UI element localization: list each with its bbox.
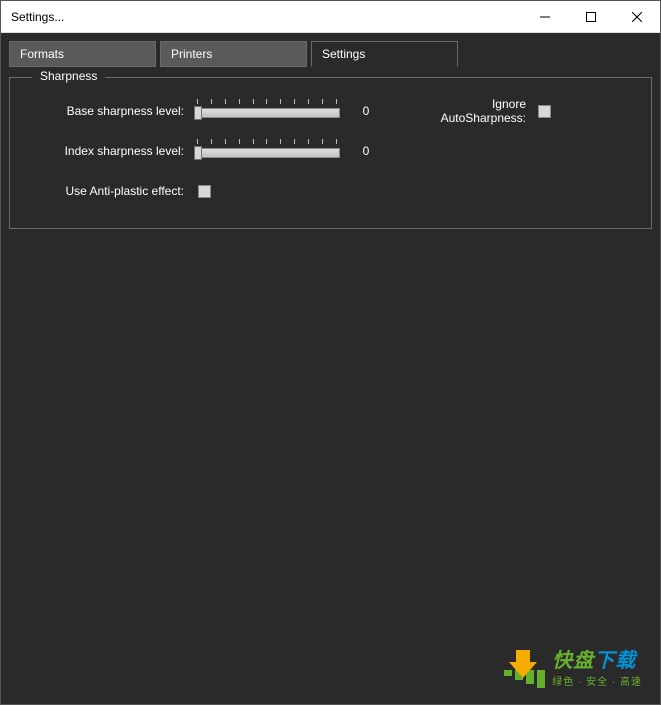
slider-track (194, 108, 340, 118)
ignore-autosharpness-checkbox[interactable] (538, 105, 551, 118)
base-sharpness-value: 0 (352, 104, 380, 118)
tab-settings[interactable]: Settings (311, 41, 458, 67)
slider-ticks (197, 99, 337, 107)
maximize-button[interactable] (568, 1, 614, 32)
maximize-icon (586, 12, 596, 22)
minimize-icon (540, 12, 550, 22)
tab-strip: Formats Printers Settings (9, 41, 652, 67)
slider-thumb[interactable] (194, 106, 202, 120)
titlebar: Settings... (1, 1, 660, 33)
anti-plastic-row: Use Anti-plastic effect: (26, 178, 635, 204)
watermark-sub: 绿色 · 安全 · 高速 (552, 673, 642, 688)
anti-plastic-label: Use Anti-plastic effect: (26, 184, 194, 198)
group-title: Sharpness (32, 69, 105, 83)
index-sharpness-row: Index sharpness level: 0 (26, 138, 635, 164)
ignore-autosharpness-group: Ignore AutoSharpness: (408, 97, 551, 125)
index-sharpness-slider[interactable] (194, 139, 340, 163)
window-controls (522, 1, 660, 32)
base-sharpness-label: Base sharpness level: (26, 104, 194, 118)
base-sharpness-row: Base sharpness level: 0 Ignore AutoSharp… (26, 98, 635, 124)
tab-printers[interactable]: Printers (160, 41, 307, 67)
slider-track (194, 148, 340, 158)
watermark-main: 快盘下载 (552, 651, 642, 671)
base-sharpness-slider[interactable] (194, 99, 340, 123)
watermark-logo: 快盘下载 绿色 · 安全 · 高速 (502, 648, 642, 690)
close-icon (632, 12, 642, 22)
index-sharpness-value: 0 (352, 144, 380, 158)
ignore-autosharpness-label: Ignore AutoSharpness: (408, 97, 534, 125)
tab-formats[interactable]: Formats (9, 41, 156, 67)
window-title: Settings... (11, 10, 64, 24)
watermark-text: 快盘下载 绿色 · 安全 · 高速 (552, 651, 642, 688)
client-area: Formats Printers Settings Sharpness Base… (1, 33, 660, 704)
anti-plastic-checkbox[interactable] (198, 185, 211, 198)
slider-thumb[interactable] (194, 146, 202, 160)
watermark-icon (502, 648, 544, 690)
settings-window: Settings... Formats Printers Settings Sh… (0, 0, 661, 705)
close-button[interactable] (614, 1, 660, 32)
index-sharpness-label: Index sharpness level: (26, 144, 194, 158)
sharpness-group: Sharpness Base sharpness level: 0 Ignore… (9, 77, 652, 229)
minimize-button[interactable] (522, 1, 568, 32)
slider-ticks (197, 139, 337, 147)
